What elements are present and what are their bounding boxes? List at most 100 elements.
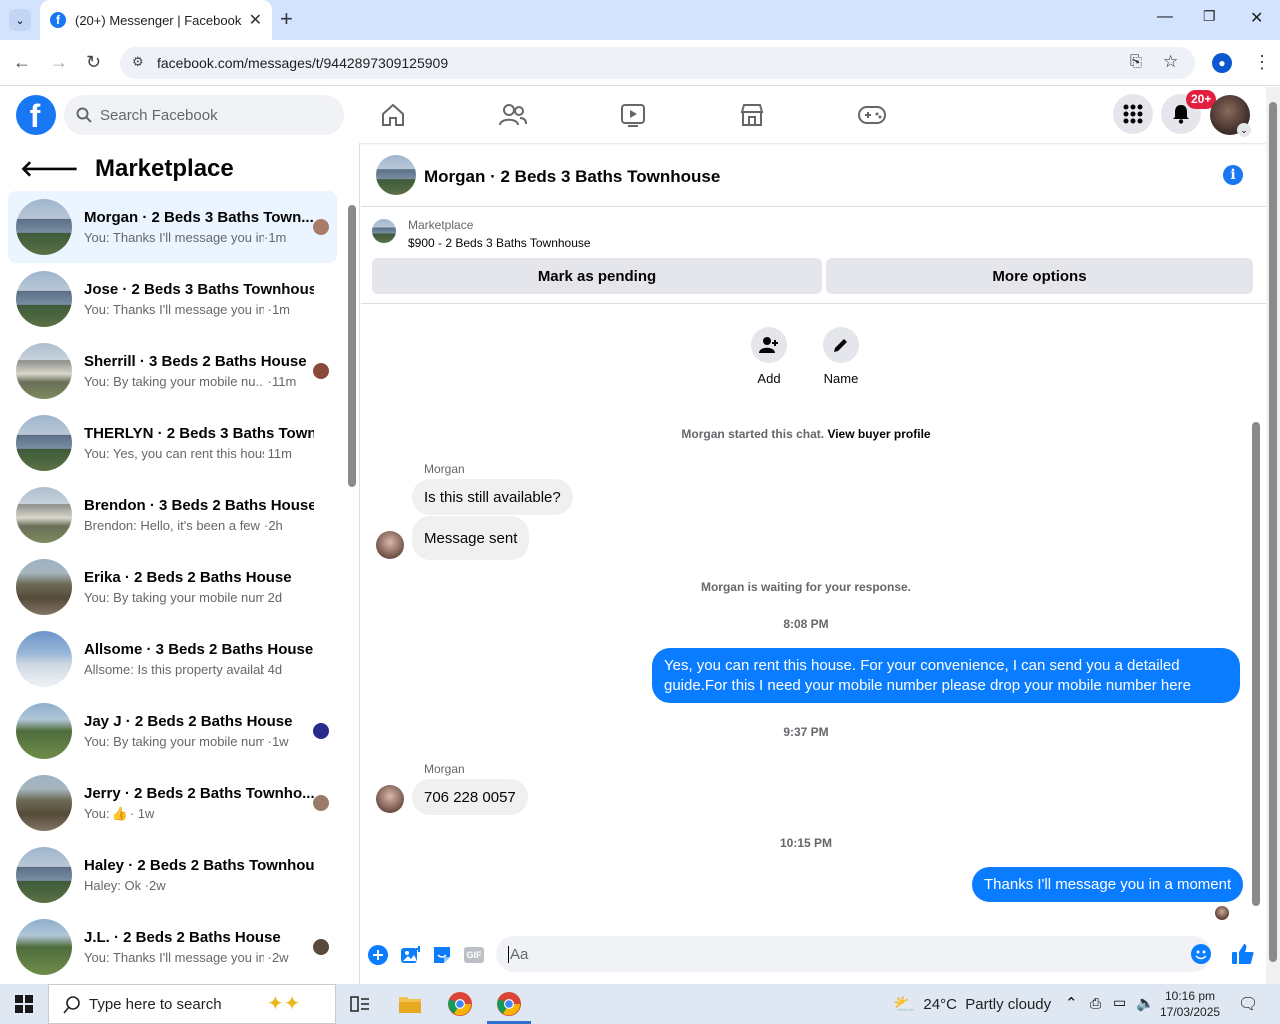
conversation-time: ·1w: [267, 734, 289, 749]
browser-tab[interactable]: f (20+) Messenger | Facebook ✕: [40, 0, 272, 40]
conversation-preview: You: Thanks I'll message you in ...: [84, 950, 264, 965]
account-chevron-icon[interactable]: ⌄: [1237, 123, 1251, 137]
minimize-button[interactable]: —: [1157, 8, 1173, 26]
conversation-time: ·1m: [264, 230, 287, 245]
conversation-item[interactable]: Erika · 2 Beds 2 Baths House You: By tak…: [8, 551, 337, 623]
tab-search-button[interactable]: ⌄: [9, 9, 31, 31]
chat-started-notice: Morgan started this chat. View buyer pro…: [361, 427, 1251, 441]
clock-date: 17/03/2025: [1160, 1005, 1221, 1019]
back-arrow-icon[interactable]: 🡐: [20, 156, 79, 182]
forward-icon[interactable]: →: [50, 52, 68, 73]
window-close-button[interactable]: ✕: [1250, 8, 1263, 28]
conversation-item[interactable]: Jose · 2 Beds 3 Baths Townhouse You: Tha…: [8, 263, 337, 335]
notification-center-icon[interactable]: 🗨: [1238, 994, 1258, 1014]
timestamp: 10:15 PM: [779, 836, 833, 850]
clock-time: 10:16 pm: [1165, 989, 1216, 1003]
site-info-icon[interactable]: ⚙: [132, 54, 144, 70]
listing-thumbnail: [16, 343, 72, 399]
conversation-item[interactable]: Jay J · 2 Beds 2 Baths House You: By tak…: [8, 695, 337, 767]
weather-widget[interactable]: ⛅ 24°C Partly cloudy: [893, 994, 1051, 1015]
task-view-icon[interactable]: [346, 990, 374, 1018]
friends-icon[interactable]: [499, 101, 527, 129]
conversation-time: ·2h: [264, 518, 283, 533]
page-scrollbar[interactable]: [1266, 87, 1280, 984]
timestamp: 8:08 PM: [783, 617, 829, 631]
conversation-item[interactable]: Morgan · 2 Beds 3 Baths Town... You: Tha…: [8, 191, 337, 263]
conversation-item[interactable]: Haley · 2 Beds 2 Baths Townhouse Haley: …: [8, 839, 337, 911]
chrome-profile-icon[interactable]: [495, 990, 523, 1018]
sender-avatar[interactable]: [376, 531, 404, 559]
conversation-preview: You: Thanks I'll message you in ...: [84, 230, 264, 245]
outgoing-message[interactable]: Yes, you can rent this house. For your c…: [652, 648, 1240, 703]
system-clock[interactable]: 10:16 pm 17/03/2025: [1160, 988, 1220, 1020]
photo-icon[interactable]: [399, 944, 421, 966]
conversation-item[interactable]: Allsome · 3 Beds 2 Baths House Allsome: …: [8, 623, 337, 695]
read-receipt-avatar: [313, 939, 329, 955]
plus-icon[interactable]: [367, 944, 389, 966]
listing-banner: Marketplace $900 - 2 Beds 3 Baths Townho…: [361, 208, 1266, 304]
new-tab-button[interactable]: +: [280, 6, 293, 32]
view-buyer-profile-link[interactable]: View buyer profile: [827, 427, 930, 441]
sidebar-scrollbar[interactable]: [346, 195, 358, 981]
message-scrollbar[interactable]: [1250, 305, 1262, 923]
facebook-header: f Search Facebook 20+ ⌄: [0, 87, 1268, 143]
bookmark-star-icon[interactable]: ☆: [1163, 52, 1178, 72]
chat-title[interactable]: Morgan · 2 Beds 3 Baths Townhouse: [424, 167, 720, 187]
conversation-item[interactable]: THERLYN · 2 Beds 3 Baths Town... You: Ye…: [8, 407, 337, 479]
conversation-time: 11m: [267, 446, 292, 461]
conversation-time: ·11m: [267, 374, 297, 389]
incoming-message[interactable]: 706 228 0057: [412, 779, 528, 815]
sticker-icon[interactable]: [431, 944, 453, 966]
reload-icon[interactable]: ↻: [86, 52, 101, 73]
more-options-button[interactable]: More options: [826, 258, 1253, 294]
chrome-icon[interactable]: [446, 990, 474, 1018]
taskbar-search-input[interactable]: Type here to search ✦✦: [48, 984, 336, 1024]
weather-condition: Partly cloudy: [965, 996, 1052, 1013]
conversation-item[interactable]: J.L. · 2 Beds 2 Baths House You: Thanks …: [8, 911, 337, 983]
home-icon[interactable]: [379, 101, 407, 129]
meet-icon[interactable]: ⎙: [1090, 995, 1101, 1012]
windows-start-icon[interactable]: [10, 990, 38, 1018]
profile-icon[interactable]: ●: [1212, 53, 1232, 73]
info-icon[interactable]: i: [1223, 165, 1243, 185]
mark-as-pending-button[interactable]: Mark as pending: [372, 258, 822, 294]
name-action[interactable]: Name: [806, 327, 876, 386]
conversation-preview: Haley: Ok: [84, 878, 142, 893]
network-icon[interactable]: ▭: [1113, 994, 1126, 1011]
conversation-name: Allsome · 3 Beds 2 Baths House: [84, 641, 314, 658]
emoji-icon[interactable]: [1191, 944, 1211, 964]
message-input[interactable]: Aa: [496, 936, 1211, 972]
gaming-icon[interactable]: [858, 101, 886, 129]
conversation-name: Jerry · 2 Beds 2 Baths Townho...: [84, 784, 314, 802]
facebook-logo[interactable]: f: [16, 95, 56, 135]
close-tab-icon[interactable]: ✕: [249, 10, 262, 30]
gif-icon[interactable]: GIF: [463, 944, 485, 966]
video-icon[interactable]: [619, 101, 647, 129]
conversation-item[interactable]: Jerry · 2 Beds 2 Baths Townho... You: 👍 · …: [8, 767, 337, 839]
tray-chevron-icon[interactable]: ⌃: [1065, 994, 1078, 1012]
menu-grid-icon[interactable]: [1113, 94, 1153, 134]
incoming-message[interactable]: Is this still available?: [412, 479, 573, 515]
conversation-item[interactable]: Sherrill · 3 Beds 2 Baths House You: By …: [8, 335, 337, 407]
incoming-message[interactable]: Message sent: [412, 516, 530, 560]
conversation-item[interactable]: Brendon · 3 Beds 2 Baths House Brendon: …: [8, 479, 337, 551]
marketplace-icon[interactable]: [738, 101, 766, 129]
outgoing-message[interactable]: Thanks I'll message you in a moment: [972, 867, 1244, 902]
thumbs-up-icon: 👍: [111, 805, 128, 821]
facebook-search-input[interactable]: Search Facebook: [64, 95, 344, 135]
install-app-icon[interactable]: ⎘: [1130, 53, 1142, 70]
add-action[interactable]: Add: [734, 327, 804, 386]
volume-icon[interactable]: 🔈: [1136, 994, 1155, 1012]
listing-price[interactable]: $900 - 2 Beds 3 Baths Townhouse: [408, 236, 591, 250]
read-receipt-avatar: [313, 723, 329, 739]
file-explorer-icon[interactable]: [396, 990, 424, 1018]
url-bar[interactable]: ⚙ facebook.com/messages/t/94428973091259…: [120, 47, 1195, 79]
like-thumb-icon[interactable]: [1231, 942, 1255, 966]
sender-avatar[interactable]: [376, 785, 404, 813]
back-icon[interactable]: ←: [13, 52, 31, 73]
chat-listing-avatar[interactable]: [376, 155, 416, 195]
restore-button[interactable]: ❐: [1203, 8, 1216, 25]
listing-thumbnail[interactable]: [372, 219, 396, 243]
menu-dots-icon[interactable]: ⋮: [1253, 52, 1271, 73]
conversation-name: Jose · 2 Beds 3 Baths Townhouse: [84, 281, 314, 298]
